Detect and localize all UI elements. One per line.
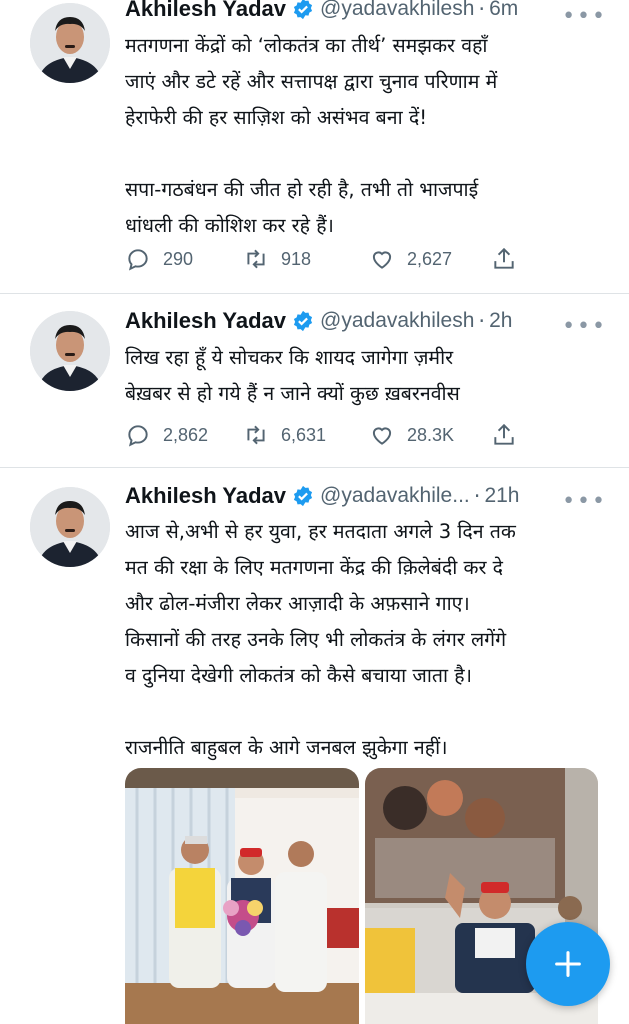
tweet-text-line: सपा-गठबंधन की जीत हो रही है, तभी तो भाजप… [125, 178, 479, 201]
tweet-text-line: लिख रहा हूँ ये सोचकर कि शायद जागेगा ज़मी… [125, 346, 454, 369]
like-count: 2,627 [407, 248, 453, 269]
tweet-text: आज से,अभी से हर युवा, हर मतदाता अगले 3 द… [125, 514, 595, 766]
tweet-text-line: बेख़बर से हो गये हैं न जाने क्यों कुछ ख़… [125, 382, 460, 405]
author-name[interactable]: Akhilesh Yadav [125, 308, 286, 334]
like-icon [372, 427, 392, 445]
tweet-divider [0, 467, 629, 468]
avatar[interactable] [30, 311, 110, 391]
share-icon [494, 423, 514, 445]
retweet-icon [247, 249, 265, 269]
verified-badge-icon [293, 310, 313, 332]
author-handle[interactable]: @yadavakhilesh [320, 0, 474, 21]
retweet-button[interactable]: 6,631 [243, 422, 369, 448]
avatar[interactable] [30, 487, 110, 567]
like-button[interactable]: 2,627 [369, 246, 491, 272]
more-icon[interactable]: ••• [562, 489, 607, 514]
tweet-photo-1[interactable] [125, 768, 359, 1024]
retweet-count: 918 [281, 248, 312, 269]
tweet-header: Akhilesh Yadav @yadavakhilesh · 6m [125, 0, 609, 24]
reply-icon [128, 425, 148, 447]
separator-dot: · [473, 484, 481, 508]
tweet-text-gap [125, 136, 595, 172]
separator-dot: · [478, 0, 486, 21]
author-handle[interactable]: @yadavakhile... [320, 484, 470, 508]
tweet-text-line: राजनीति बाहुबल के आगे जनबल झुकेगा नहीं। [125, 736, 448, 759]
tweet-text: मतगणना केंद्रों को ‘लोकतंत्र का तीर्थ’ स… [125, 28, 595, 244]
verified-badge-icon [293, 485, 313, 507]
verified-badge-icon [293, 0, 313, 20]
avatar[interactable] [30, 3, 110, 83]
tweet-header: Akhilesh Yadav @yadavakhile... · 21h [125, 481, 609, 511]
tweet-text-line: और ढोल-मंजीरा लेकर आज़ादी के अफ़साने गाए… [125, 592, 470, 615]
compose-button[interactable] [526, 922, 610, 1006]
reply-icon [128, 249, 148, 271]
tweet-text-line: मतगणना केंद्रों को ‘लोकतंत्र का तीर्थ’ स… [125, 34, 488, 57]
photo-meeting-bouquet [125, 768, 359, 1024]
tweet-text-line: हेराफेरी की हर साज़िश को असंभव बना दें! [125, 106, 428, 129]
action-bar: 290 918 2,627 [125, 244, 529, 274]
tweet-text-line: जाएं और डटे रहें और सत्तापक्ष द्वारा चुन… [125, 70, 498, 93]
reply-button[interactable]: 2,862 [125, 422, 243, 448]
tweet-header: Akhilesh Yadav @yadavakhilesh · 2h [125, 306, 609, 336]
author-handle[interactable]: @yadavakhilesh [320, 309, 474, 333]
compose-plus-icon [555, 951, 581, 977]
retweet-button[interactable]: 918 [243, 246, 369, 272]
like-icon [372, 251, 392, 269]
more-icon[interactable]: ••• [562, 4, 607, 29]
share-button[interactable] [491, 422, 529, 448]
reply-button[interactable]: 290 [125, 246, 243, 272]
retweet-icon [247, 425, 265, 445]
timestamp[interactable]: 21h [484, 484, 519, 508]
tweet-text-line: व दुनिया देखेगी लोकतंत्र को कैसे बचाया ज… [125, 664, 473, 687]
tweet-text-line: किसानों की तरह उनके लिए भी लोकतंत्र के ल… [125, 628, 507, 651]
tweet-text: लिख रहा हूँ ये सोचकर कि शायद जागेगा ज़मी… [125, 340, 595, 412]
tweet-text-line: धांधली की कोशिश कर रहे हैं। [125, 214, 334, 237]
author-name[interactable]: Akhilesh Yadav [125, 0, 286, 22]
retweet-count: 6,631 [281, 424, 327, 445]
share-button[interactable] [491, 246, 529, 272]
reply-count: 2,862 [163, 424, 209, 445]
tweet-text-line: मत की रक्षा के लिए मतगणना केंद्र की क़िल… [125, 556, 504, 579]
tweet-text-line: आज से,अभी से हर युवा, हर मतदाता अगले 3 द… [125, 520, 516, 543]
reply-count: 290 [163, 248, 194, 269]
action-bar: 2,862 6,631 28.3K [125, 420, 529, 450]
share-icon [494, 247, 514, 269]
like-button[interactable]: 28.3K [369, 422, 491, 448]
like-count: 28.3K [407, 424, 455, 445]
author-name[interactable]: Akhilesh Yadav [125, 483, 286, 509]
timestamp[interactable]: 6m [489, 0, 518, 21]
tweet-divider [0, 293, 629, 294]
more-icon[interactable]: ••• [562, 314, 607, 339]
timestamp[interactable]: 2h [489, 309, 512, 333]
tweet-text-gap [125, 694, 595, 730]
separator-dot: · [478, 309, 486, 333]
